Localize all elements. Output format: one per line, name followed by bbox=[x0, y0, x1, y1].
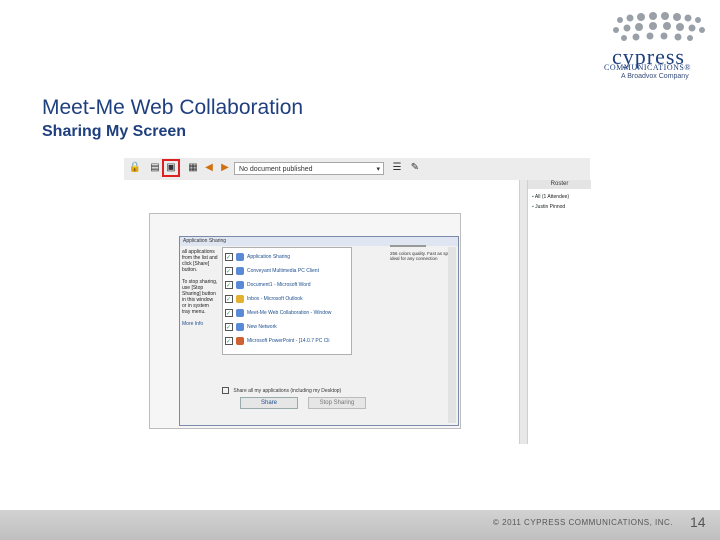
app-name: Meet-Me Web Collaboration - Window bbox=[247, 310, 332, 316]
app-list-item[interactable]: Document1 - Microsoft Word bbox=[225, 278, 349, 293]
checkbox-icon[interactable] bbox=[225, 265, 233, 279]
share-button[interactable]: Share bbox=[240, 397, 298, 409]
app-list-item[interactable]: New Network bbox=[225, 320, 349, 335]
stop-sharing-button[interactable]: Stop Sharing bbox=[308, 397, 366, 409]
app-list-item[interactable]: Inbox - Microsoft Outlook bbox=[225, 292, 349, 307]
roster-row-label: All (1 Attendee) bbox=[534, 194, 570, 200]
checkbox-icon[interactable] bbox=[225, 335, 233, 349]
instructions-stop: To stop sharing, use [Stop Sharing] butt… bbox=[182, 279, 218, 315]
roster-row[interactable]: ▪ All (1 Attendee) bbox=[532, 194, 569, 200]
roster-row[interactable]: ▪ Justin Pinnod bbox=[532, 204, 565, 210]
app-icon bbox=[236, 252, 244, 261]
quality-description: 256 colors quality. Fast as speed ideal … bbox=[390, 251, 456, 261]
application-sharing-dialog: Application Sharing all applications fro… bbox=[179, 236, 459, 426]
checkbox-icon[interactable] bbox=[225, 251, 233, 265]
app-name: Conveyant Multimedia PC Client bbox=[247, 268, 319, 274]
app-name: Microsoft PowerPoint - [14.0.7 PC Cli bbox=[247, 338, 330, 344]
app-icon bbox=[236, 266, 244, 275]
checkbox-icon[interactable] bbox=[225, 293, 233, 307]
highlight-box bbox=[162, 159, 180, 177]
grid-icon[interactable]: ▦ bbox=[186, 161, 200, 175]
logo-tagline: A Broadvox Company bbox=[621, 73, 689, 80]
quality-slider[interactable] bbox=[390, 245, 426, 247]
edit-icon[interactable]: ✎ bbox=[408, 161, 422, 175]
app-list-item[interactable]: Meet-Me Web Collaboration - Window bbox=[225, 306, 349, 321]
instructions-select: all applications from the list and click… bbox=[182, 249, 218, 273]
app-icon bbox=[236, 336, 244, 345]
app-list-item[interactable]: Microsoft PowerPoint - [14.0.7 PC Cli bbox=[225, 334, 349, 349]
app-icon bbox=[236, 280, 244, 289]
slide-title: Meet-Me Web Collaboration bbox=[42, 96, 304, 119]
app-screenshot: 🔒 ▤ ▣ ▦ ◀ ▶ No document published ▾ ☰ ✎ … bbox=[124, 158, 591, 444]
checkbox-icon[interactable] bbox=[222, 387, 229, 394]
slide-subtitle: Sharing My Screen bbox=[42, 123, 187, 140]
attendees-icon: ▪ bbox=[532, 194, 534, 200]
page-number: 14 bbox=[690, 514, 706, 530]
app-name: New Network bbox=[247, 324, 277, 330]
document-select[interactable]: No document published ▾ bbox=[234, 162, 384, 175]
app-name: Document1 - Microsoft Word bbox=[247, 282, 311, 288]
roster-header: Roster bbox=[528, 180, 591, 189]
document-icon[interactable]: ▤ bbox=[148, 161, 162, 175]
dialog-instructions: all applications from the list and click… bbox=[182, 249, 218, 369]
application-list: Application Sharing Conveyant Multimedia… bbox=[222, 247, 352, 355]
app-name: Inbox - Microsoft Outlook bbox=[247, 296, 303, 302]
chevron-down-icon: ▾ bbox=[376, 166, 380, 173]
more-info-link[interactable]: More Info bbox=[182, 321, 218, 327]
dialog-scrollbar[interactable] bbox=[448, 247, 456, 423]
app-name: Application Sharing bbox=[247, 254, 291, 260]
list-icon[interactable]: ☰ bbox=[390, 161, 404, 175]
checkbox-icon[interactable] bbox=[225, 307, 233, 321]
user-icon: ▪ bbox=[532, 204, 534, 210]
app-list-item[interactable]: Application Sharing bbox=[225, 250, 349, 265]
app-toolbar: 🔒 ▤ ▣ ▦ ◀ ▶ No document published ▾ ☰ ✎ bbox=[124, 158, 590, 181]
app-icon bbox=[236, 308, 244, 317]
logo-subtitle: COMMUNICATIONS® bbox=[604, 63, 691, 72]
share-all-option[interactable]: Share all my applications (including my … bbox=[222, 387, 422, 394]
arrow-left-icon[interactable]: ◀ bbox=[202, 161, 216, 175]
document-select-value: No document published bbox=[239, 166, 313, 173]
app-icon bbox=[236, 294, 244, 303]
app-list-item[interactable]: Conveyant Multimedia PC Client bbox=[225, 264, 349, 279]
lock-icon[interactable]: 🔒 bbox=[128, 161, 142, 175]
checkbox-icon[interactable] bbox=[225, 321, 233, 335]
arrow-right-icon[interactable]: ▶ bbox=[218, 161, 232, 175]
share-all-label: Share all my applications (including my … bbox=[233, 387, 342, 394]
roster-panel: Roster ▪ All (1 Attendee) ▪ Justin Pinno… bbox=[527, 180, 591, 444]
footer-copyright: © 2011 CYPRESS COMMUNICATIONS, INC. bbox=[493, 518, 674, 527]
checkbox-icon[interactable] bbox=[225, 279, 233, 293]
app-icon bbox=[236, 322, 244, 331]
roster-row-label: Justin Pinnod bbox=[535, 204, 566, 210]
